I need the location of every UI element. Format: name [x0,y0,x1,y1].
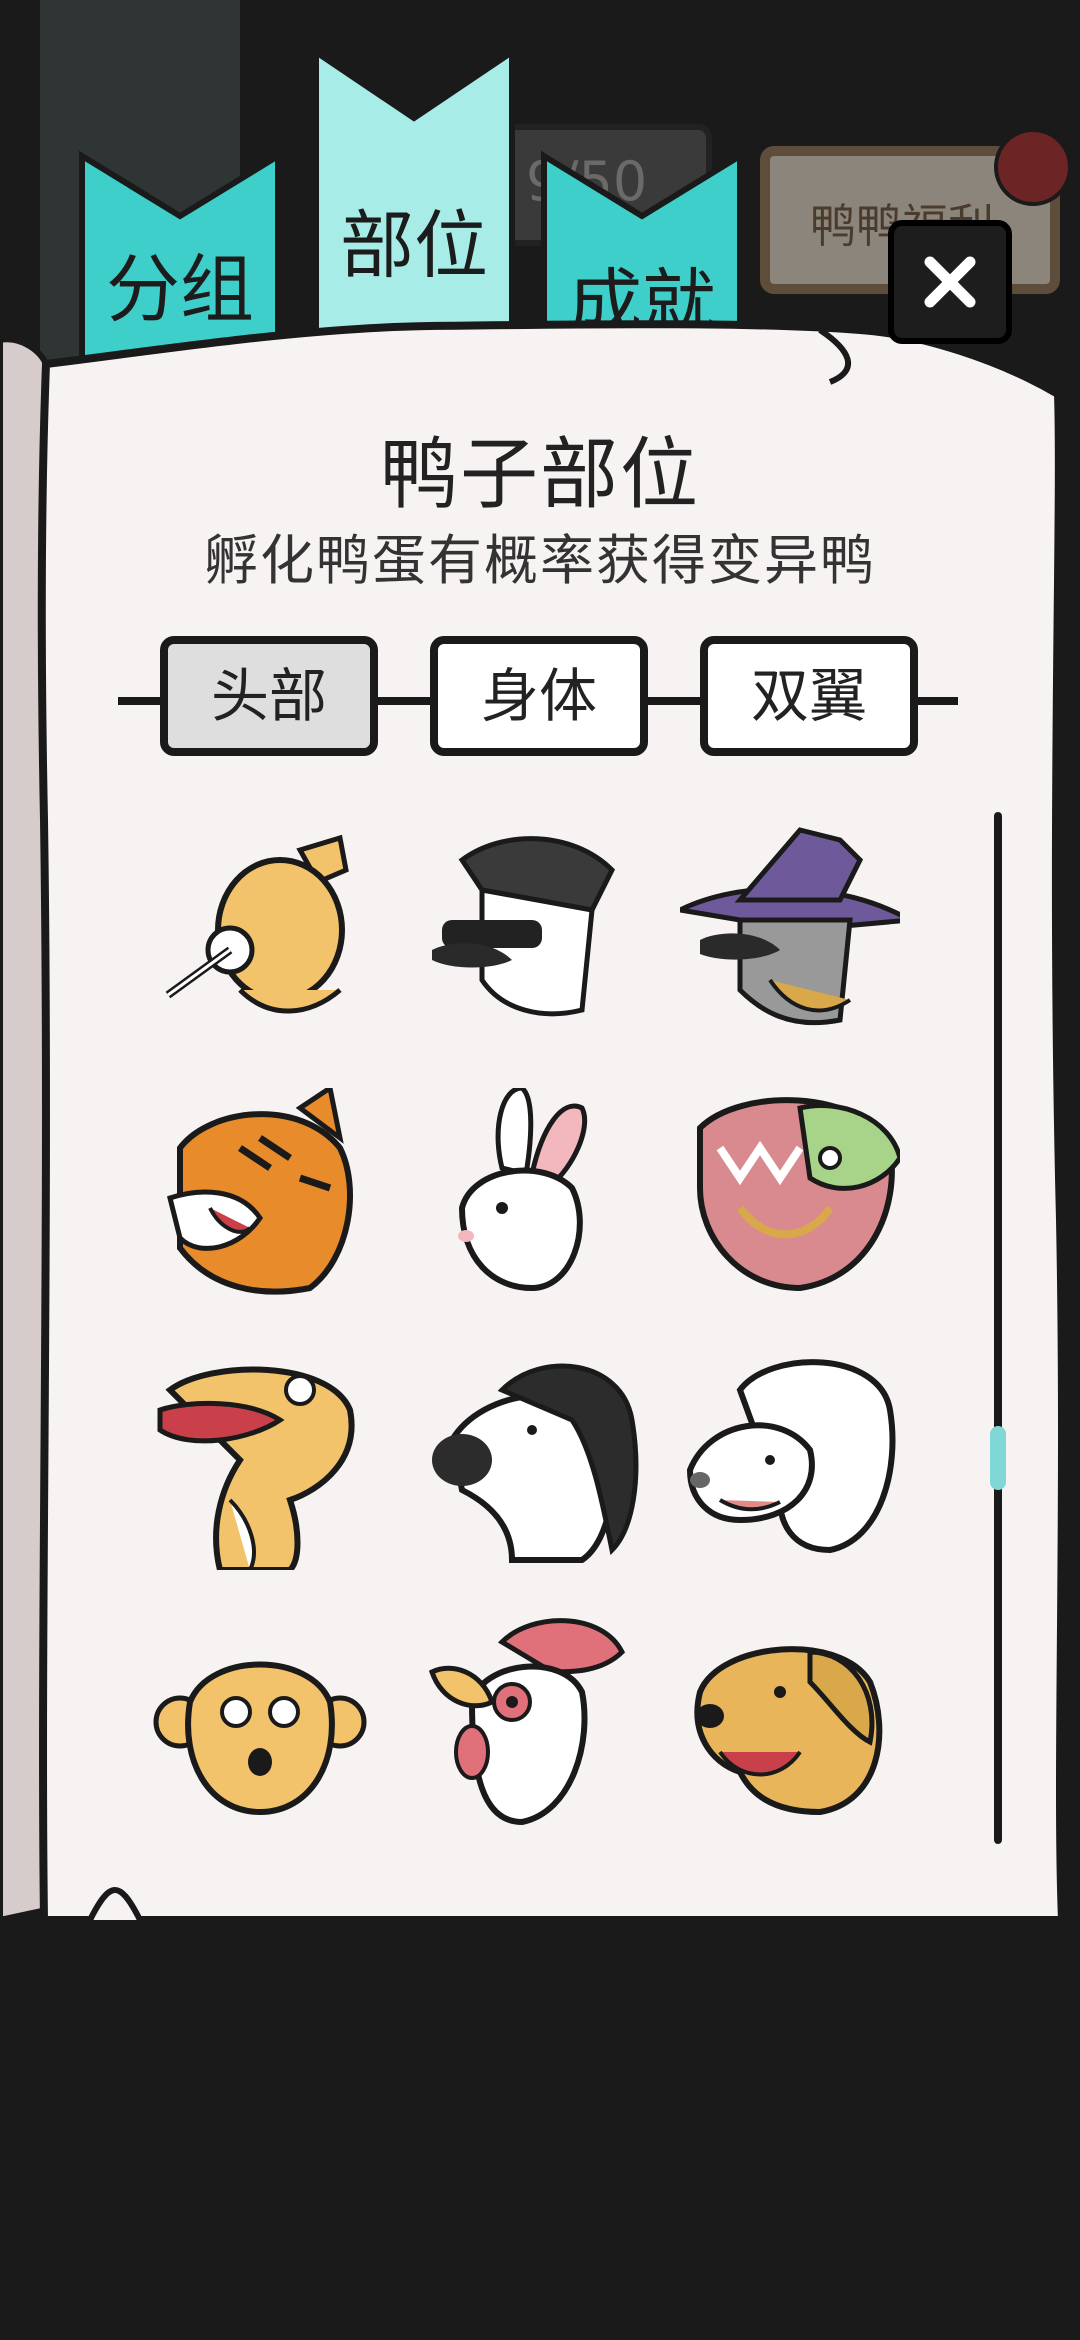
tiger-icon [167,1083,353,1295]
part-item[interactable] [422,1612,642,1832]
segment-head[interactable]: 头部 [160,636,378,756]
close-icon [924,256,976,308]
part-item[interactable] [422,820,642,1040]
dog-icon [694,1646,883,1816]
page-title: 鸭子部位 [379,430,700,520]
rooster-icon [428,1618,626,1826]
part-item[interactable] [422,1350,642,1570]
part-item[interactable] [150,820,370,1040]
scrollbar-thumb[interactable] [990,1426,1006,1490]
scrollbar-track[interactable] [994,812,1002,1844]
segment-body[interactable]: 身体 [430,636,648,756]
part-item[interactable] [150,1083,370,1308]
part-item[interactable] [422,1085,642,1308]
witch-icon [671,827,919,1026]
segment-wings[interactable]: 双翼 [700,636,918,756]
tab-parts-label: 部位 [340,203,488,289]
notification-dot [994,128,1072,206]
rabbit-icon [458,1085,588,1292]
horse-icon [432,1363,639,1563]
part-item[interactable] [671,820,919,1040]
candy-bag-icon [165,834,349,1014]
part-item[interactable] [150,1350,370,1573]
part-item[interactable] [680,1612,900,1832]
monkey-icon [153,1661,367,1816]
part-item[interactable] [680,1088,903,1308]
tab-parts[interactable]: 部位 [312,48,516,360]
part-item[interactable] [680,1350,900,1570]
punk-duck-icon [432,836,616,1017]
sheep-icon [686,1359,896,1554]
monster-icon [697,1097,903,1292]
close-button[interactable] [888,220,1012,344]
part-item[interactable] [150,1612,370,1832]
snake-icon [157,1366,355,1573]
page-subtitle: 孵化鸭蛋有概率获得变异鸭 [204,529,876,592]
